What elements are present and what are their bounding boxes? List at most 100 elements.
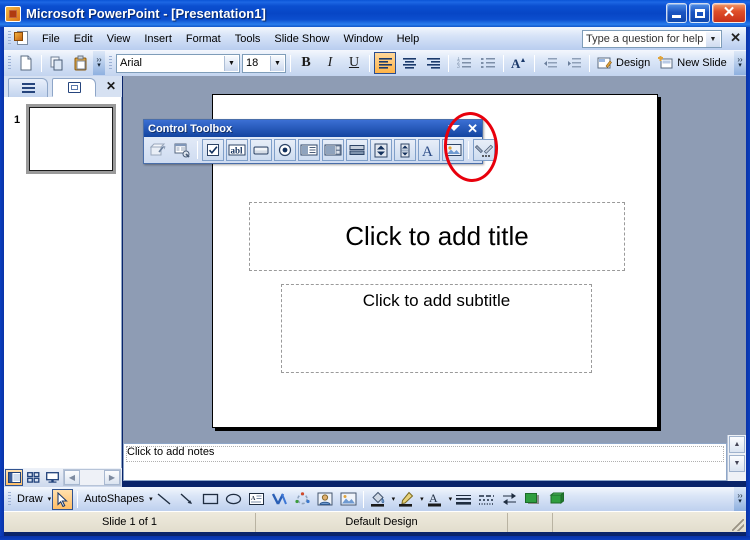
spin-button-icon[interactable] [370, 139, 392, 161]
document-icon[interactable] [14, 30, 31, 47]
line-color-chevron-down-icon[interactable]: ▾ [418, 495, 424, 503]
drawing-toolbar-grip[interactable] [8, 491, 11, 507]
option-button-icon[interactable] [274, 139, 296, 161]
3-d-style-icon[interactable] [545, 489, 566, 510]
draw-menu-button[interactable]: Draw [14, 493, 46, 505]
image-icon[interactable] [442, 139, 464, 161]
title-placeholder[interactable]: Click to add title [249, 202, 625, 271]
align-center-button[interactable] [398, 52, 420, 74]
toolbar-options-chevron-down-icon[interactable] [448, 125, 460, 131]
dash-style-icon[interactable] [476, 489, 497, 510]
insert-clip-art-icon[interactable] [315, 489, 336, 510]
increase-font-size-button[interactable]: A [508, 52, 530, 74]
label-icon[interactable]: A [418, 139, 440, 161]
toggle-button-icon[interactable] [346, 139, 368, 161]
line-style-icon[interactable] [453, 489, 474, 510]
toolbar-overflow-button-1[interactable]: ›› ▾ [93, 51, 105, 75]
panel-close-button[interactable]: ✕ [106, 79, 116, 93]
text-box-icon[interactable]: abl [226, 139, 248, 161]
insert-picture-icon[interactable] [338, 489, 359, 510]
tab-outline[interactable] [8, 78, 48, 97]
align-left-button[interactable] [374, 52, 396, 74]
menu-view[interactable]: View [100, 30, 138, 48]
combo-box-icon[interactable] [322, 139, 344, 161]
chevron-down-icon[interactable]: ▼ [706, 32, 720, 47]
design-mode-icon[interactable] [147, 139, 169, 161]
design-button[interactable]: Design [593, 52, 654, 74]
properties-icon[interactable] [171, 139, 193, 161]
scroll-right-icon[interactable]: ▶ [104, 470, 120, 485]
maximize-button[interactable] [689, 3, 710, 23]
italic-button[interactable]: I [319, 52, 341, 74]
increase-indent-button[interactable] [563, 52, 585, 74]
slide-thumbnail-1[interactable] [26, 104, 116, 174]
close-document-icon[interactable]: ✕ [730, 31, 741, 44]
font-name-combo[interactable]: Arial ▼ [116, 53, 240, 73]
shadow-style-icon[interactable] [522, 489, 543, 510]
line-icon[interactable] [154, 489, 175, 510]
menu-slide-show[interactable]: Slide Show [267, 30, 336, 48]
arrow-style-icon[interactable] [499, 489, 520, 510]
horizontal-scrollbar[interactable]: ◀ ▶ [63, 469, 121, 486]
scroll-bar-icon[interactable] [394, 139, 416, 161]
insert-wordart-icon[interactable] [269, 489, 290, 510]
draw-chevron-down-icon[interactable]: ▾ [46, 495, 52, 503]
control-toolbox-close-button[interactable]: ✕ [467, 121, 478, 136]
tab-slides[interactable] [52, 78, 96, 97]
powerpoint-icon[interactable] [5, 5, 21, 22]
menu-tools[interactable]: Tools [228, 30, 268, 48]
ask-a-question-input[interactable]: Type a question for help ▼ [582, 30, 722, 48]
slide-sorter-view-button[interactable] [24, 469, 42, 486]
font-color-icon[interactable]: A [425, 489, 446, 510]
check-box-icon[interactable] [202, 139, 224, 161]
menu-window[interactable]: Window [336, 30, 389, 48]
insert-diagram-icon[interactable] [292, 489, 313, 510]
scroll-left-icon[interactable]: ◀ [64, 470, 80, 485]
copy-icon[interactable] [46, 52, 68, 74]
toolbar-grip-1[interactable] [8, 55, 11, 71]
toolbar-overflow-button-2[interactable]: ›› ▾ [734, 51, 746, 75]
control-toolbox-title-bar[interactable]: Control Toolbox ✕ [144, 120, 482, 137]
close-button[interactable]: ✕ [712, 3, 746, 23]
notes-vertical-scrollbar[interactable]: ▲ ▼ [727, 435, 746, 481]
resize-grip-icon[interactable] [732, 518, 744, 531]
drawing-toolbar-overflow-button[interactable]: ›› ▾ [734, 487, 746, 511]
font-size-combo[interactable]: 18 ▼ [242, 53, 286, 73]
decrease-indent-button[interactable] [539, 52, 561, 74]
scroll-track[interactable] [80, 470, 104, 485]
notes-pane[interactable]: Click to add notes [123, 443, 727, 481]
menu-file[interactable]: File [35, 30, 67, 48]
new-slide-button[interactable]: New Slide [654, 52, 731, 74]
align-right-button[interactable] [422, 52, 444, 74]
list-box-icon[interactable] [298, 139, 320, 161]
menu-format[interactable]: Format [179, 30, 228, 48]
menu-insert[interactable]: Insert [137, 30, 179, 48]
new-document-icon[interactable] [15, 52, 37, 74]
arrow-icon[interactable] [177, 489, 198, 510]
scroll-down-icon[interactable]: ▼ [729, 455, 745, 472]
bulleted-list-button[interactable] [477, 52, 499, 74]
font-color-chevron-down-icon[interactable]: ▾ [447, 495, 453, 503]
bold-button[interactable]: B [295, 52, 317, 74]
underline-button[interactable]: U [343, 52, 365, 74]
menu-edit[interactable]: Edit [67, 30, 100, 48]
fill-color-icon[interactable] [368, 489, 389, 510]
toolbar-grip-2[interactable] [109, 55, 112, 71]
rectangle-icon[interactable] [200, 489, 221, 510]
command-button-icon[interactable] [250, 139, 272, 161]
fill-color-chevron-down-icon[interactable]: ▾ [390, 495, 396, 503]
menu-grip[interactable] [8, 31, 11, 46]
autoshapes-chevron-down-icon[interactable]: ▾ [147, 495, 153, 503]
subtitle-placeholder[interactable]: Click to add subtitle [281, 284, 592, 373]
scroll-up-icon[interactable]: ▲ [729, 436, 745, 453]
menu-help[interactable]: Help [390, 30, 427, 48]
oval-icon[interactable] [223, 489, 244, 510]
autoshapes-menu-button[interactable]: AutoShapes [81, 493, 147, 505]
paste-icon[interactable] [70, 52, 92, 74]
minimize-button[interactable] [666, 3, 687, 23]
text-box-icon[interactable]: A [246, 489, 267, 510]
select-objects-icon[interactable] [52, 488, 74, 510]
normal-view-button[interactable] [5, 469, 23, 486]
line-color-icon[interactable] [396, 489, 417, 510]
numbered-list-button[interactable]: 123 [453, 52, 475, 74]
